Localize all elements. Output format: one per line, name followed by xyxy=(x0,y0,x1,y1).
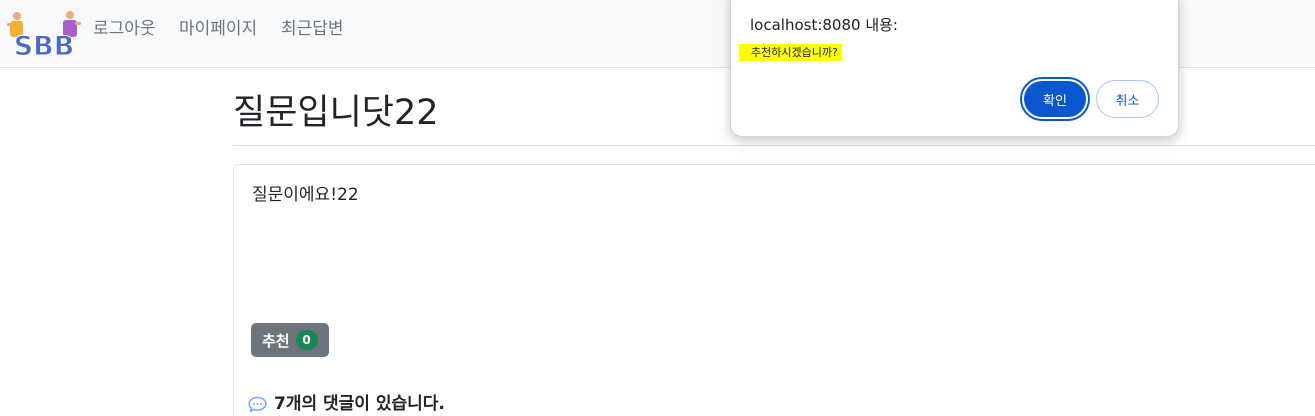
answer-count-text: 7개의 댓글이 있습니다. xyxy=(274,394,445,414)
cancel-button[interactable]: 취소 xyxy=(1096,80,1159,118)
recommend-count-badge: 0 xyxy=(295,330,318,350)
sbb-logo[interactable]: SBB xyxy=(4,3,84,63)
question-content: 질문이에요!22 xyxy=(252,185,359,205)
question-subject: 질문입니닷22 xyxy=(233,93,439,133)
dialog-message: 추천하시겠습니까? xyxy=(739,44,842,61)
recommend-label: 추천 xyxy=(262,331,290,350)
nav-recent-answers-link[interactable]: 최근답변 xyxy=(281,17,344,41)
confirm-dialog: localhost:8080 내용: 추천하시겠습니까? 확인 취소 xyxy=(730,0,1179,137)
nav-mypage-link[interactable]: 마이페이지 xyxy=(179,17,257,41)
ok-button[interactable]: 확인 xyxy=(1022,79,1088,119)
comment-icon xyxy=(248,396,267,413)
nav-logout-link[interactable]: 로그아웃 xyxy=(93,17,156,41)
answer-count-heading: 7개의 댓글이 있습니다. xyxy=(248,392,445,416)
recommend-button[interactable]: 추천 0 xyxy=(251,323,329,357)
logo-text: SBB xyxy=(14,31,75,60)
dialog-origin: localhost:8080 내용: xyxy=(750,16,898,34)
question-card: 질문이에요!22 추천 0 xyxy=(233,164,1315,416)
title-divider xyxy=(233,145,1315,146)
